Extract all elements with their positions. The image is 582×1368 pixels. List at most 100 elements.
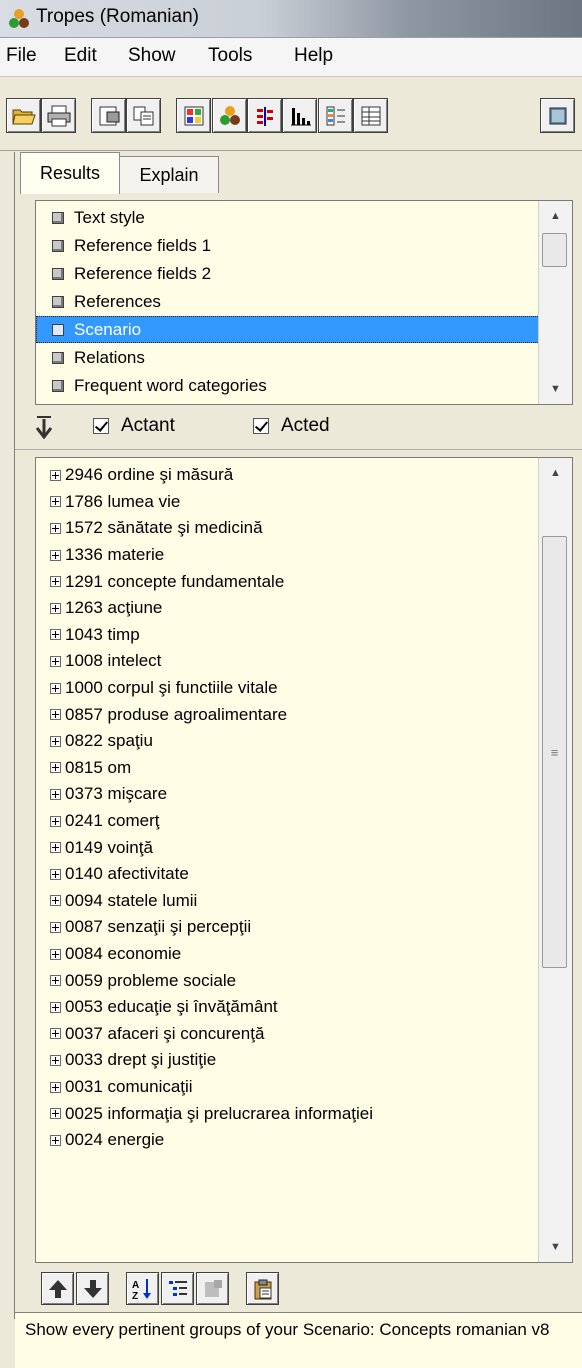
list-item-relations[interactable]: Relations <box>36 344 540 371</box>
tree-item-label: 1043 timp <box>65 624 140 644</box>
expand-plus-icon[interactable] <box>50 496 61 508</box>
paste-button[interactable] <box>246 1272 279 1305</box>
expand-plus-icon[interactable] <box>50 1081 61 1093</box>
list-item-references[interactable]: References <box>36 288 540 315</box>
expand-plus-icon[interactable] <box>50 762 61 774</box>
acted-checkbox[interactable]: Acted <box>253 415 330 437</box>
acted-checkbox-box[interactable] <box>253 418 269 434</box>
tab-results[interactable]: Results <box>20 152 120 194</box>
scroll-up-icon[interactable]: ▲ <box>539 201 572 231</box>
tree-item[interactable]: 0149 voinţă <box>36 834 536 861</box>
scroll-down-icon[interactable]: ▼ <box>539 374 572 404</box>
list-item-reference-fields-1[interactable]: Reference fields 1 <box>36 232 540 259</box>
expand-plus-icon[interactable] <box>50 921 61 933</box>
tree-item[interactable]: 0857 produse agroalimentare <box>36 701 536 728</box>
results-scrollbar[interactable]: ▲ ▼ <box>538 201 572 404</box>
actant-checkbox[interactable]: Actant <box>93 415 175 437</box>
tree-item[interactable]: 1291 concepte fundamentale <box>36 568 536 595</box>
tree-item[interactable]: 1786 lumea vie <box>36 489 536 516</box>
tree-item[interactable]: 1572 sănătate şi medicină <box>36 515 536 542</box>
expand-plus-icon[interactable] <box>50 815 61 827</box>
outline-button[interactable] <box>161 1272 194 1305</box>
tree-item[interactable]: 0037 afaceri şi concurenţă <box>36 1021 536 1048</box>
tree-item[interactable]: 0822 spaţiu <box>36 728 536 755</box>
tree-item[interactable]: 0053 educaţie şi învăţământ <box>36 994 536 1021</box>
tree-item[interactable]: 1336 materie <box>36 542 536 569</box>
expand-plus-icon[interactable] <box>50 549 61 561</box>
tree-item[interactable]: 1263 acţiune <box>36 595 536 622</box>
list-item-text-style[interactable]: Text style <box>36 204 540 231</box>
expand-plus-icon[interactable] <box>50 709 61 721</box>
list-item-scenario[interactable]: Scenario <box>36 316 540 343</box>
expand-plus-icon[interactable] <box>50 1134 61 1146</box>
tree-item[interactable]: 0815 om <box>36 755 536 782</box>
menu-show[interactable]: Show <box>128 45 176 67</box>
tree-item[interactable]: 0241 comerţ <box>36 808 536 835</box>
tree-view-button[interactable] <box>318 98 353 133</box>
tree-item[interactable]: 0373 mişcare <box>36 781 536 808</box>
expand-plus-icon[interactable] <box>50 682 61 694</box>
main-toolbar <box>0 77 582 151</box>
disabled-tool-icon <box>204 1279 222 1297</box>
scroll-thumb[interactable]: ≡ <box>542 536 567 968</box>
expand-plus-icon[interactable] <box>50 602 61 614</box>
expand-plus-icon[interactable] <box>50 1054 61 1066</box>
tree-item[interactable]: 0087 senzaţii şi percepţii <box>36 914 536 941</box>
expand-plus-icon[interactable] <box>50 1028 61 1040</box>
menu-file[interactable]: File <box>6 45 37 67</box>
expand-plus-icon[interactable] <box>50 735 61 747</box>
tree-item[interactable]: 0140 afectivitate <box>36 861 536 888</box>
grid-button[interactable] <box>176 98 211 133</box>
tree-item[interactable]: 0031 comunicaţii <box>36 1074 536 1101</box>
tree-item[interactable]: 0024 energie <box>36 1127 536 1154</box>
tree-item[interactable]: 1000 corpul şi functiile vitale <box>36 675 536 702</box>
tree-item[interactable]: 0059 probleme sociale <box>36 967 536 994</box>
expand-plus-icon[interactable] <box>50 469 61 481</box>
list-item-reference-fields-2[interactable]: Reference fields 2 <box>36 260 540 287</box>
list-item-frequent-word-categories[interactable]: Frequent word categories <box>36 372 540 399</box>
bars-button[interactable] <box>247 98 282 133</box>
expand-plus-icon[interactable] <box>50 842 61 854</box>
expand-plus-icon[interactable] <box>50 868 61 880</box>
tree-item[interactable]: 0033 drept şi justiţie <box>36 1047 536 1074</box>
tree-item[interactable]: 0084 economie <box>36 941 536 968</box>
expand-plus-icon[interactable] <box>50 948 61 960</box>
expand-plus-icon[interactable] <box>50 895 61 907</box>
expand-plus-icon[interactable] <box>50 629 61 641</box>
expand-plus-icon[interactable] <box>50 1108 61 1120</box>
tree-item[interactable]: 1008 intelect <box>36 648 536 675</box>
expand-down-arrow-icon[interactable] <box>33 415 55 439</box>
tree-item[interactable]: 0025 informaţia şi prelucrarea informaţi… <box>36 1100 536 1127</box>
expand-plus-icon[interactable] <box>50 1001 61 1013</box>
expand-plus-icon[interactable] <box>50 975 61 987</box>
menu-tools[interactable]: Tools <box>208 45 252 67</box>
table-button[interactable] <box>353 98 388 133</box>
tree-item[interactable]: 0094 statele lumii <box>36 888 536 915</box>
move-up-button[interactable] <box>41 1272 74 1305</box>
properties-button[interactable] <box>91 98 126 133</box>
expand-plus-icon[interactable] <box>50 788 61 800</box>
print-button[interactable] <box>41 98 76 133</box>
open-folder-button[interactable] <box>6 98 41 133</box>
scroll-up-icon[interactable]: ▲ <box>539 458 572 488</box>
menu-edit[interactable]: Edit <box>64 45 97 67</box>
tree-scrollbar[interactable]: ▲ ≡ ▼ <box>538 458 572 1262</box>
tree-item[interactable]: 1043 timp <box>36 622 536 649</box>
scenario-button[interactable] <box>212 98 247 133</box>
actant-checkbox-box[interactable] <box>93 418 109 434</box>
copy-button[interactable] <box>126 98 161 133</box>
chart-button[interactable] <box>282 98 317 133</box>
tab-explain[interactable]: Explain <box>119 156 219 193</box>
expand-plus-icon[interactable] <box>50 522 61 534</box>
menu-help[interactable]: Help <box>294 45 333 67</box>
expand-plus-icon[interactable] <box>50 655 61 667</box>
concept-tree[interactable]: 2946 ordine şi măsură 1786 lumea vie 1572 … <box>35 457 573 1263</box>
sort-az-button[interactable]: AZ <box>126 1272 159 1305</box>
tree-item[interactable]: 2946 ordine şi măsură <box>36 462 536 489</box>
expand-plus-icon[interactable] <box>50 576 61 588</box>
database-button[interactable] <box>540 98 575 133</box>
move-down-button[interactable] <box>76 1272 109 1305</box>
scroll-down-icon[interactable]: ▼ <box>539 1232 572 1262</box>
scroll-thumb[interactable] <box>542 233 567 267</box>
results-list[interactable]: Text style Reference fields 1 Reference … <box>35 200 573 405</box>
